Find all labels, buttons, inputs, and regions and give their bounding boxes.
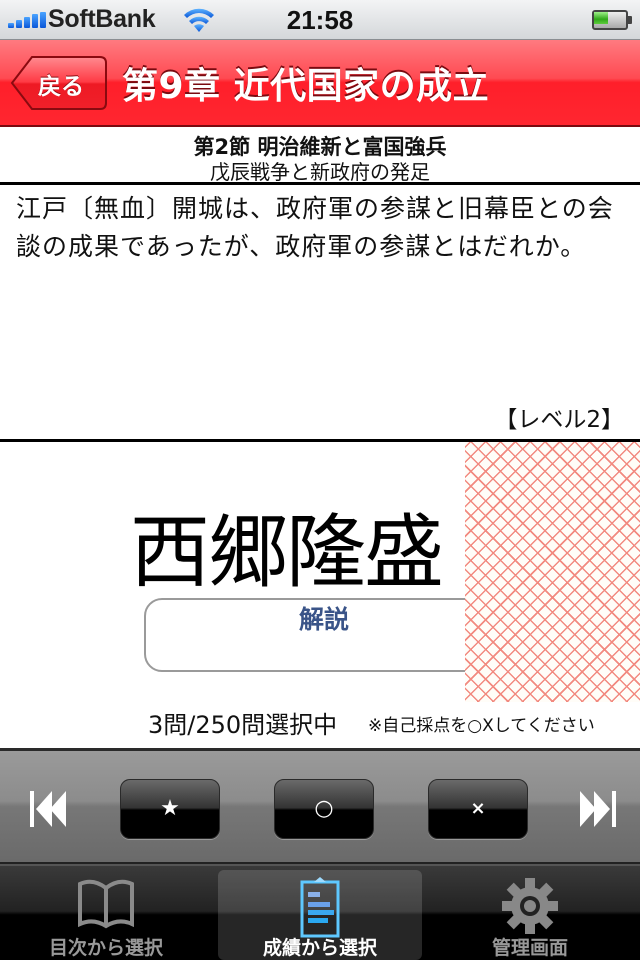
skip-forward-icon[interactable] <box>578 787 622 831</box>
tab-label: 管理画面 <box>491 937 568 959</box>
page-title: 第9章 近代国家の成立 <box>122 66 490 107</box>
clipboard-chart-icon <box>300 877 340 938</box>
difficulty-level: 【レベル2】 <box>494 407 624 433</box>
tab-label: 目次から選択 <box>48 937 163 959</box>
book-icon <box>78 879 134 929</box>
back-button-label: 戻る <box>38 74 84 100</box>
tab-bar: 目次から選択 成績から選択 管理画面 <box>0 864 640 960</box>
correct-button[interactable]: ○ <box>274 779 374 839</box>
section-heading: 第2節 明治維新と富国強兵 <box>193 135 447 159</box>
status-bar: SoftBank 21:58 <box>0 0 640 40</box>
answer-toolbar: ★ ○ × <box>0 748 640 864</box>
section-header: 第2節 明治維新と富国強兵 戊辰戦争と新政府の発足 <box>0 129 640 185</box>
tab-management[interactable]: 管理画面 <box>428 870 632 960</box>
clock: 21:58 <box>286 5 354 35</box>
star-button[interactable]: ★ <box>120 779 220 839</box>
tab-label: 成績から選択 <box>262 937 377 959</box>
question-text: 江戸〔無血〕開城は、政府軍の参謀と旧幕臣との会談の成果であったが、政府軍の参謀と… <box>16 194 614 261</box>
tab-table-of-contents[interactable]: 目次から選択 <box>4 870 208 960</box>
answer-mask-overlay[interactable] <box>465 442 640 702</box>
answer-text: 西郷隆盛 <box>130 506 444 599</box>
progress-count: 3問/250問選択中 <box>148 711 338 739</box>
battery-icon <box>592 10 632 30</box>
tab-by-score[interactable]: 成績から選択 <box>218 870 422 960</box>
explanation-button[interactable]: 解説 <box>144 598 504 672</box>
wrong-button[interactable]: × <box>428 779 528 839</box>
gear-icon <box>502 878 558 934</box>
back-button[interactable]: 戻る <box>10 55 108 111</box>
navigation-bar: 戻る 第9章 近代国家の成立 <box>0 40 640 127</box>
self-grading-hint: ※自己採点を○Xしてください <box>368 716 595 736</box>
section-subheading: 戊辰戦争と新政府の発足 <box>210 160 430 184</box>
skip-back-icon[interactable] <box>28 787 72 831</box>
